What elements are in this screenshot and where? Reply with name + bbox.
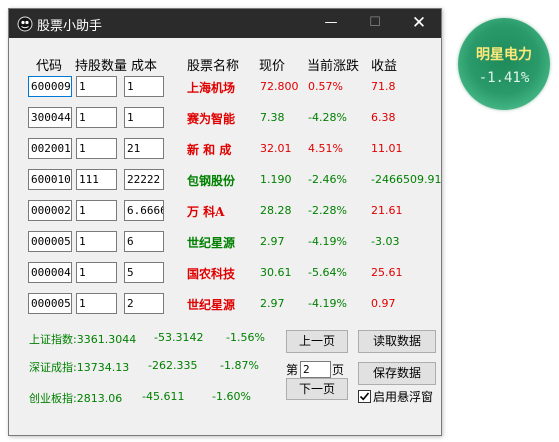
maximize-button[interactable]: ☐ (353, 9, 397, 38)
stock-name: 新 和 成 (187, 143, 232, 157)
stock-price: 72.800 (260, 80, 299, 93)
stock-name: 包钢股份 (187, 174, 236, 188)
stock-profit: 21.61 (371, 204, 403, 217)
cost-input[interactable]: 21 (124, 138, 164, 159)
stock-profit: -2466509.91 (371, 173, 442, 186)
quantity-input[interactable]: 111 (76, 169, 117, 190)
code-input[interactable]: 600009 (28, 76, 72, 97)
code-input[interactable]: 002001 (28, 138, 72, 159)
header-name: 股票名称 (187, 59, 240, 74)
float-window-label[interactable]: 启用悬浮窗 (373, 388, 433, 405)
page-suffix: 页 (332, 363, 345, 377)
quantity-input[interactable]: 1 (76, 76, 117, 97)
index-label: 上证指数:3361.3044 (29, 333, 137, 346)
stock-price: 28.28 (260, 204, 292, 217)
stock-change: -2.46% (308, 173, 347, 186)
float-window-checkbox[interactable] (358, 390, 371, 403)
stock-price: 32.01 (260, 142, 292, 155)
quantity-input[interactable]: 1 (76, 293, 117, 314)
page-number-input[interactable]: 2 (300, 361, 331, 378)
stock-change: 4.51% (308, 142, 343, 155)
header-cost: 成本 (131, 59, 158, 74)
quantity-input[interactable]: 1 (76, 138, 117, 159)
code-input[interactable]: 300044 (28, 107, 72, 128)
stock-profit: 0.97 (371, 297, 396, 310)
code-input[interactable]: 000005 (28, 231, 72, 252)
stock-change: -2.28% (308, 204, 347, 217)
stock-change: -4.19% (308, 235, 347, 248)
app-icon (17, 16, 33, 32)
cost-input[interactable]: 6.6666 (124, 200, 164, 221)
widget-stock-name: 明星电力 (476, 47, 532, 63)
prev-page-button[interactable]: 上一页 (286, 330, 348, 353)
cost-input[interactable]: 5 (124, 262, 164, 283)
stock-name: 世纪星源 (187, 236, 236, 250)
window-title: 股票小助手 (37, 19, 103, 34)
stock-name: 万 科A (187, 205, 225, 219)
cost-input[interactable]: 2 (124, 293, 164, 314)
code-input[interactable]: 600010 (28, 169, 72, 190)
read-data-button[interactable]: 读取数据 (358, 330, 436, 353)
header-price: 现价 (259, 59, 286, 74)
title-bar[interactable]: 股票小助手 — ☐ ✕ (9, 9, 441, 38)
cost-input[interactable]: 1 (124, 107, 164, 128)
index-change: -262.335 (148, 359, 198, 372)
stock-price: 2.97 (260, 235, 285, 248)
floating-stock-widget[interactable]: 明星电力 -1.41% (458, 18, 550, 110)
header-code: 代码 (36, 59, 63, 74)
cost-input[interactable]: 22222 (124, 169, 164, 190)
save-data-button[interactable]: 保存数据 (358, 362, 436, 385)
quantity-input[interactable]: 1 (76, 200, 117, 221)
page-prefix: 第 (286, 363, 299, 377)
main-window: 股票小助手 — ☐ ✕ 代码 持股数量 成本 股票名称 现价 当前涨跌 收益 6… (8, 8, 442, 436)
stock-name: 上海机场 (187, 81, 236, 95)
stock-price: 7.38 (260, 111, 285, 124)
stock-profit: 71.8 (371, 80, 396, 93)
index-label: 创业板指:2813.06 (29, 392, 123, 405)
stock-name: 赛为智能 (187, 112, 236, 126)
minimize-button[interactable]: — (309, 9, 353, 38)
index-pct: -1.56% (226, 331, 265, 344)
stock-price: 1.190 (260, 173, 292, 186)
stock-profit: -3.03 (371, 235, 400, 248)
stock-profit: 25.61 (371, 266, 403, 279)
header-qty: 持股数量 (75, 59, 128, 74)
quantity-input[interactable]: 1 (76, 262, 117, 283)
stock-change: 0.57% (308, 80, 343, 93)
stock-change: -4.28% (308, 111, 347, 124)
index-pct: -1.87% (220, 359, 259, 372)
cost-input[interactable]: 6 (124, 231, 164, 252)
index-pct: -1.60% (212, 390, 251, 403)
index-change: -53.3142 (154, 331, 204, 344)
stock-change: -5.64% (308, 266, 347, 279)
stock-profit: 6.38 (371, 111, 396, 124)
stock-price: 30.61 (260, 266, 292, 279)
header-profit: 收益 (371, 59, 398, 74)
quantity-input[interactable]: 1 (76, 231, 117, 252)
next-page-button[interactable]: 下一页 (286, 378, 348, 400)
stock-name: 世纪星源 (187, 298, 236, 312)
header-change: 当前涨跌 (307, 59, 360, 74)
quantity-input[interactable]: 1 (76, 107, 117, 128)
stock-profit: 11.01 (371, 142, 403, 155)
code-input[interactable]: 000005 (28, 293, 72, 314)
index-change: -45.611 (142, 390, 185, 403)
code-input[interactable]: 000004 (28, 262, 72, 283)
checkmark-icon (359, 392, 370, 401)
widget-stock-change: -1.41% (478, 70, 530, 86)
stock-price: 2.97 (260, 297, 285, 310)
code-input[interactable]: 000002 (28, 200, 72, 221)
stock-change: -4.19% (308, 297, 347, 310)
stock-name: 国农科技 (187, 267, 236, 281)
cost-input[interactable]: 1 (124, 76, 164, 97)
index-label: 深证成指:13734.13 (29, 361, 130, 374)
close-button[interactable]: ✕ (397, 9, 441, 38)
